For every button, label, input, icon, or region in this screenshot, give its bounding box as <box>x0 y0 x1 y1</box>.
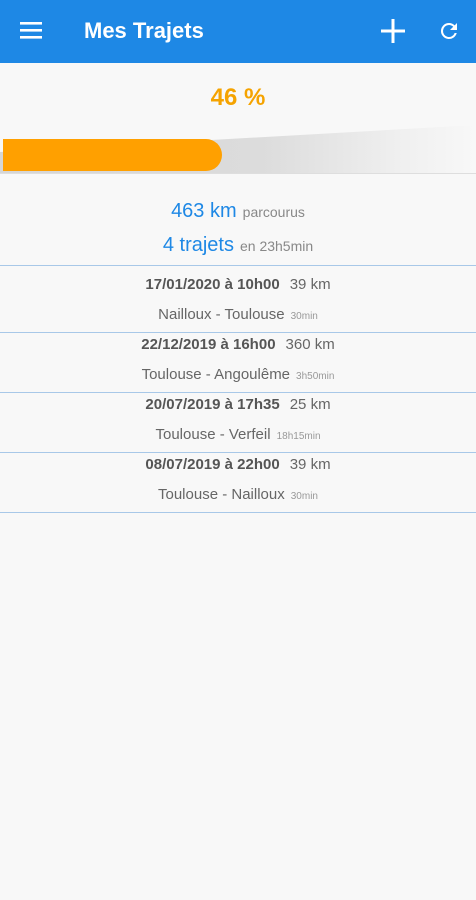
trip-row[interactable]: 17/01/2020 à 10h00 39 km Nailloux - Toulo… <box>0 266 476 326</box>
refresh-button[interactable] <box>437 19 461 43</box>
trip-distance: 39 km <box>289 456 331 473</box>
plus-icon <box>381 19 405 43</box>
page-title: Mes Trajets <box>84 18 204 43</box>
trip-route: Toulouse - Angoulême <box>141 366 291 383</box>
trip-duration: 18h15min <box>276 431 321 442</box>
refresh-icon <box>440 22 457 39</box>
trip-date: 22/12/2019 à 16h00 <box>141 336 276 353</box>
trips-summary: 4 trajets en 23h5min <box>0 234 476 257</box>
divider <box>0 512 476 513</box>
trip-row[interactable]: 22/12/2019 à 16h00 360 km Toulouse - Ango… <box>0 326 476 386</box>
trip-duration: 3h50min <box>296 371 335 382</box>
trips-duration: en 23h5min <box>239 238 314 254</box>
trip-date: 08/07/2019 à 22h00 <box>145 456 280 473</box>
app-bar: Mes Trajets <box>0 0 476 63</box>
distance-summary: 463 km parcourus <box>0 200 476 223</box>
distance-suffix: parcourus <box>242 204 305 220</box>
trip-row[interactable]: 08/07/2019 à 22h00 39 km Toulouse - Naill… <box>0 446 476 506</box>
total-trips: 4 trajets <box>162 234 234 256</box>
add-trip-button[interactable] <box>380 18 406 44</box>
trip-duration: 30min <box>290 311 318 322</box>
hamburger-menu-icon <box>20 22 42 39</box>
progress-percent: 46 % <box>210 84 266 111</box>
trip-distance: 25 km <box>289 396 331 413</box>
trip-distance: 360 km <box>285 336 335 353</box>
trip-duration: 30min <box>290 491 318 502</box>
trip-route: Toulouse - Nailloux <box>158 486 285 503</box>
trip-date: 20/07/2019 à 17h35 <box>145 396 280 413</box>
trip-route: Nailloux - Toulouse <box>158 306 285 323</box>
progress-fill <box>3 139 222 171</box>
trip-route: Toulouse - Verfeil <box>155 426 271 443</box>
trip-row[interactable]: 20/07/2019 à 17h35 25 km Toulouse - Verfe… <box>0 386 476 446</box>
menu-button[interactable] <box>20 20 44 40</box>
total-distance: 463 km <box>171 200 237 222</box>
trip-distance: 39 km <box>289 276 331 293</box>
trip-date: 17/01/2020 à 10h00 <box>145 276 280 293</box>
